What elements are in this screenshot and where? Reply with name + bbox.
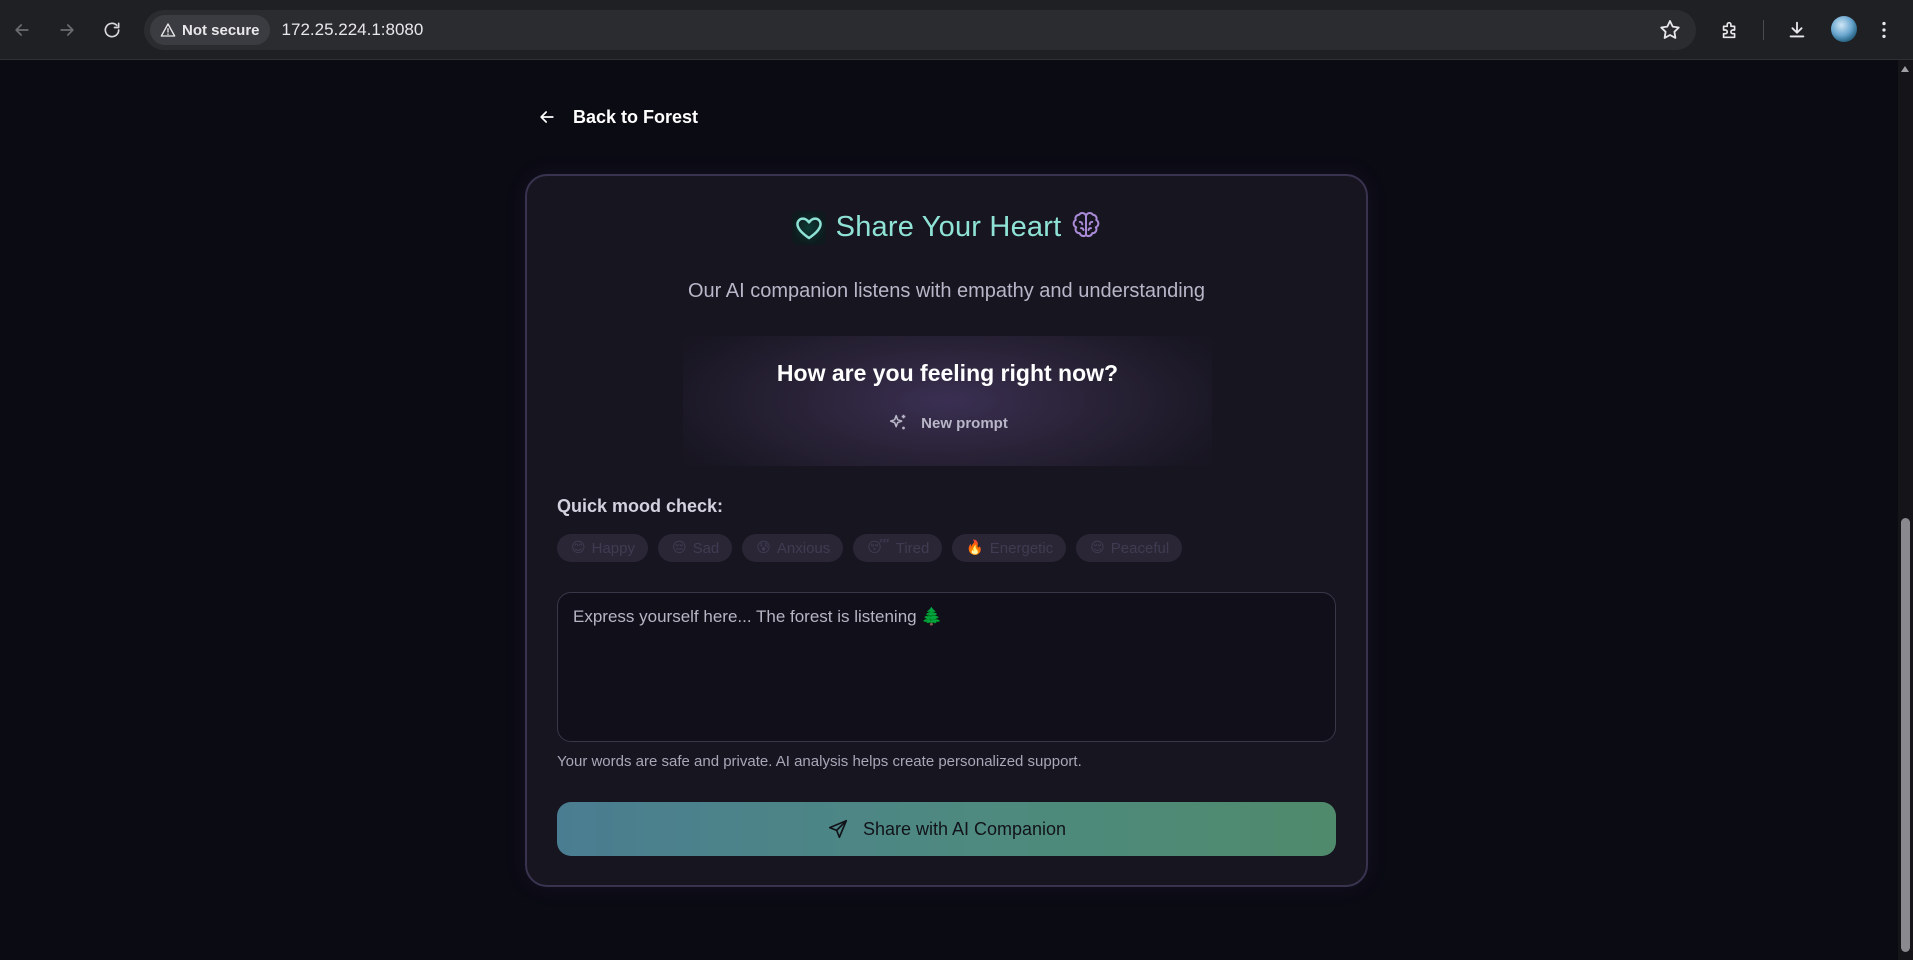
address-bar[interactable]: Not secure 172.25.224.1:8080 <box>144 10 1696 50</box>
extensions-icon <box>1722 21 1736 39</box>
share-card: Share Your Heart Our AI companion listen… <box>525 174 1368 887</box>
mood-chip-label: Tired <box>895 539 930 557</box>
page-content: Back to Forest Share Your Heart Our AI c… <box>0 60 1898 960</box>
mood-chip-label: Peaceful <box>1110 539 1170 557</box>
menu-button[interactable] <box>1872 14 1896 46</box>
back-to-forest-link[interactable]: Back to Forest <box>537 100 698 134</box>
arrow-left-icon <box>540 111 554 123</box>
mood-chip-happy[interactable]: 😊 Happy <box>557 534 648 562</box>
mood-chip-peaceful[interactable]: 😌 Peaceful <box>1076 534 1183 562</box>
heart-icon <box>795 216 822 239</box>
warning-icon <box>160 23 176 37</box>
security-indicator[interactable]: Not secure <box>150 15 270 45</box>
scroll-up-arrow-icon[interactable] <box>1901 66 1909 72</box>
browser-toolbar: Not secure 172.25.224.1:8080 <box>0 0 1913 60</box>
prompt-question: How are you feeling right now? <box>776 360 1119 386</box>
new-prompt-button[interactable]: New prompt <box>683 412 1212 434</box>
extensions-button[interactable] <box>1714 14 1746 46</box>
prompt-panel: How are you feeling right now? New promp… <box>683 336 1212 466</box>
forward-arrow-icon <box>60 24 74 36</box>
menu-icon <box>1882 21 1886 39</box>
anxious-emoji-icon: 😰 <box>756 540 771 556</box>
download-icon <box>1789 21 1805 38</box>
brain-icon-wrap <box>1071 210 1101 245</box>
scrollbar-thumb[interactable] <box>1901 518 1910 952</box>
mood-chip-label: Sad <box>692 539 720 557</box>
mood-chip-sad[interactable]: 😔 Sad <box>657 534 733 562</box>
mood-chip-label: Happy <box>591 539 635 557</box>
back-link-label: Back to Forest <box>573 106 699 127</box>
back-button[interactable] <box>6 14 38 46</box>
fire-emoji-icon: 🔥 <box>966 540 984 556</box>
peaceful-emoji-icon: 😌 <box>1090 540 1105 556</box>
toolbar-divider <box>1763 20 1764 40</box>
reload-button[interactable] <box>96 14 128 46</box>
page-scrollbar[interactable] <box>1898 60 1913 960</box>
expression-textarea[interactable] <box>557 592 1336 742</box>
mood-chip-label: Anxious <box>776 539 831 557</box>
mood-chip-list: 😊 Happy 😔 Sad 😰 Anxious 😴 Tired 🔥 Energe… <box>557 534 1183 562</box>
star-icon[interactable] <box>1658 18 1682 42</box>
mood-chip-label: Energetic <box>989 539 1054 557</box>
url-text[interactable]: 172.25.224.1:8080 <box>282 20 424 40</box>
brain-icon <box>1073 212 1100 238</box>
send-icon <box>828 819 848 839</box>
share-button-label: Share with AI Companion <box>862 818 1067 839</box>
profile-avatar[interactable] <box>1831 16 1857 42</box>
new-prompt-label: New prompt <box>921 414 1008 432</box>
downloads-button[interactable] <box>1781 14 1813 46</box>
happy-emoji-icon: 😊 <box>571 540 586 556</box>
mood-check-label: Quick mood check: <box>557 496 724 516</box>
mood-chip-tired[interactable]: 😴 Tired <box>853 534 943 562</box>
forward-button[interactable] <box>51 14 83 46</box>
back-arrow-icon <box>15 24 29 36</box>
sad-emoji-icon: 😔 <box>671 540 687 556</box>
privacy-note: Your words are safe and private. AI anal… <box>557 753 1082 770</box>
mood-chip-energetic[interactable]: 🔥 Energetic <box>952 534 1067 562</box>
security-label: Not secure <box>182 21 260 39</box>
share-with-ai-button[interactable]: Share with AI Companion <box>557 802 1336 856</box>
page-title: Share Your Heart <box>835 211 1062 243</box>
sparkles-icon <box>890 414 906 430</box>
heart-icon-badge <box>791 210 826 245</box>
card-title: Share Your Heart <box>527 210 1366 245</box>
card-subtitle: Our AI companion listens with empathy an… <box>688 280 1205 302</box>
mood-chip-anxious[interactable]: 😰 Anxious <box>742 534 844 562</box>
tired-emoji-icon: 😴 <box>867 540 890 556</box>
reload-icon <box>104 22 120 38</box>
